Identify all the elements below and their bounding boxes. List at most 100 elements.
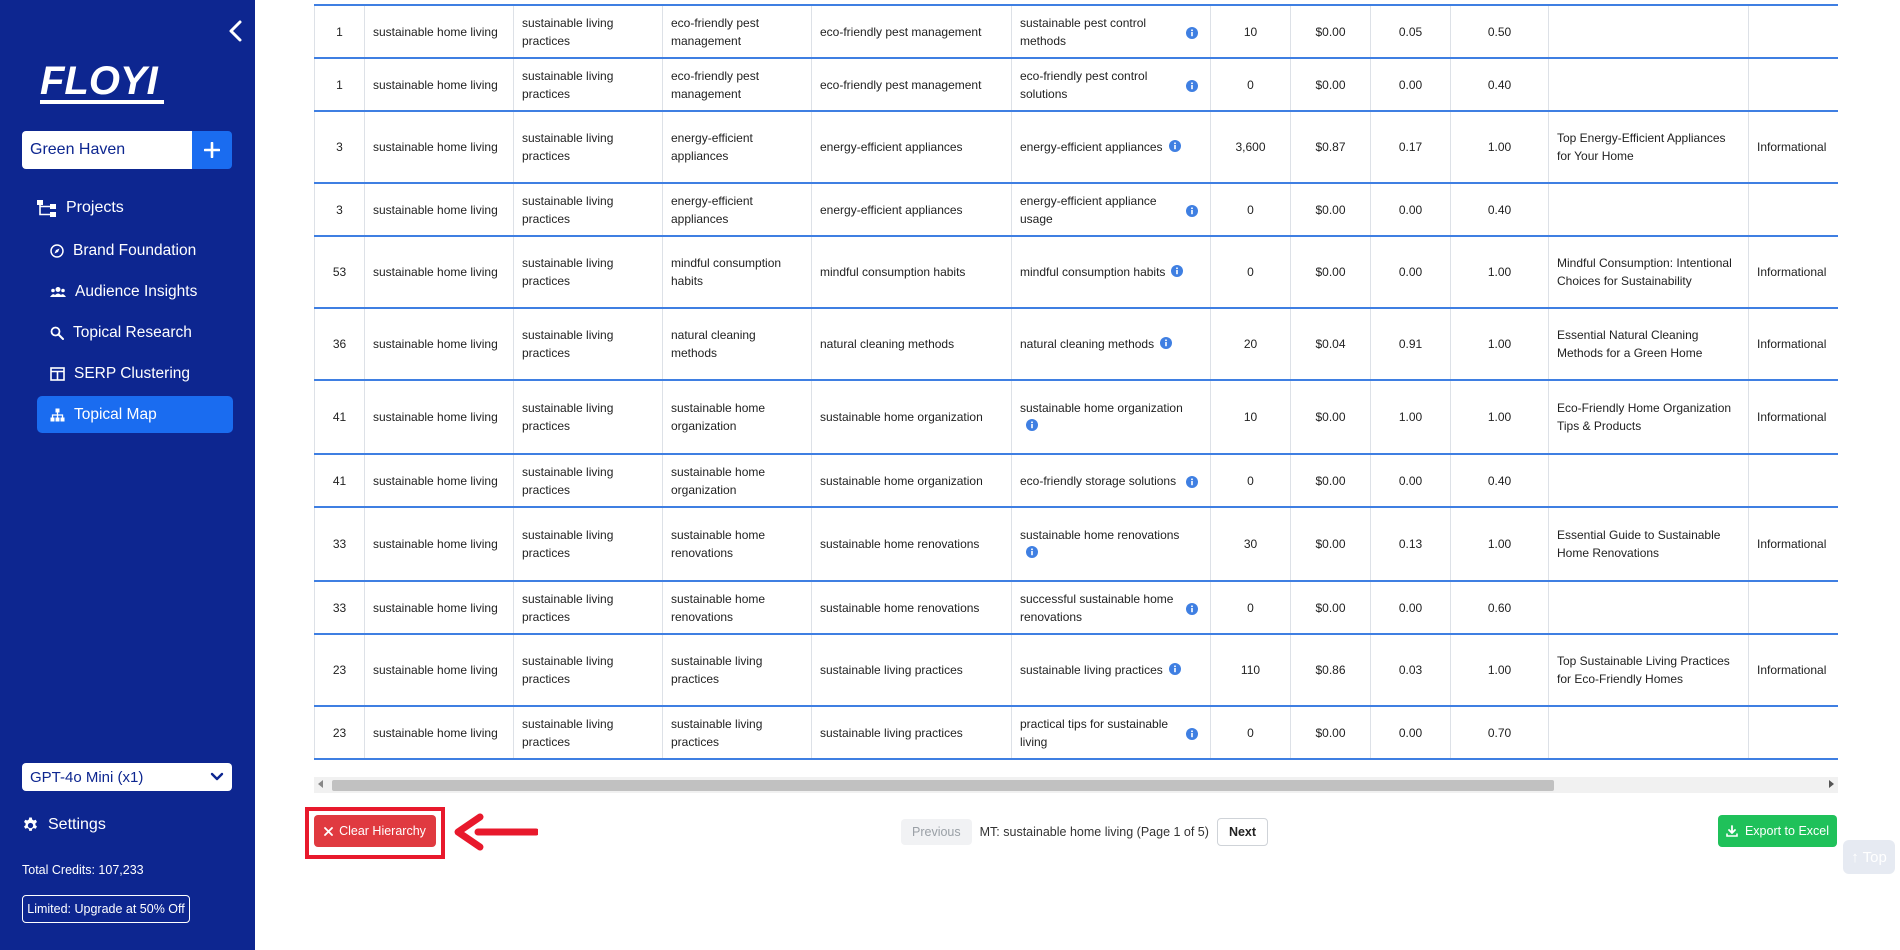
- info-icon[interactable]: [1186, 79, 1198, 92]
- cell-cluster: energy-efficient appliances: [662, 111, 812, 184]
- cell-score: 1.00: [1450, 308, 1549, 381]
- cell-pillar: sustainable living practices: [513, 236, 663, 309]
- table-row: 33 sustainable home living sustainable liv…: [314, 507, 1838, 582]
- cell-topic: energy-efficient appliances: [811, 183, 1012, 237]
- nav-item-label: Audience Insights: [75, 282, 198, 300]
- cell-id: 41: [314, 380, 365, 455]
- keyword-text: eco-friendly pest control solutions: [1020, 68, 1148, 101]
- upgrade-button[interactable]: Limited: Upgrade at 50% Off: [22, 895, 190, 923]
- previous-page-button[interactable]: Previous: [901, 819, 972, 845]
- cell-comp: 0.00: [1370, 706, 1451, 760]
- cell-mt: sustainable home living: [364, 183, 514, 237]
- add-project-button[interactable]: [192, 131, 232, 169]
- nav-item-topical-research[interactable]: Topical Research: [37, 314, 233, 351]
- project-name-field[interactable]: Green Haven: [22, 131, 192, 169]
- cell-intent: Informational: [1748, 111, 1838, 184]
- cell-title: [1548, 454, 1749, 508]
- cell-score: 1.00: [1450, 111, 1549, 184]
- cell-id: 41: [314, 454, 365, 508]
- cell-title: Top Energy-Efficient Appliances for Your…: [1548, 111, 1749, 184]
- cell-cluster: sustainable home organization: [662, 380, 812, 455]
- info-icon[interactable]: [1186, 602, 1198, 615]
- export-to-excel-button[interactable]: Export to Excel: [1718, 815, 1837, 847]
- cell-title: [1548, 58, 1749, 112]
- cell-intent: [1748, 4, 1838, 59]
- scrollbar-thumb[interactable]: [332, 780, 1554, 791]
- cell-mt: sustainable home living: [364, 111, 514, 184]
- info-icon[interactable]: [1026, 545, 1038, 558]
- next-page-button[interactable]: Next: [1216, 818, 1269, 846]
- columns-icon: [50, 366, 65, 381]
- cell-comp: 0.17: [1370, 111, 1451, 184]
- download-icon: [1726, 825, 1738, 837]
- cell-intent: Informational: [1748, 634, 1838, 707]
- table-row: 23 sustainable home living sustainable liv…: [314, 634, 1838, 707]
- model-select[interactable]: GPT-4o Mini (x1): [22, 763, 232, 791]
- nav-settings[interactable]: Settings: [22, 816, 106, 834]
- table-row: 53 sustainable home living sustainable liv…: [314, 236, 1838, 309]
- cell-pillar: sustainable living practices: [513, 706, 663, 760]
- cell-score: 0.70: [1450, 706, 1549, 760]
- nav-item-topical-map[interactable]: Topical Map: [37, 396, 233, 433]
- cell-comp: 0.91: [1370, 308, 1451, 381]
- cell-id: 23: [314, 634, 365, 707]
- project-tree-icon: [37, 200, 56, 217]
- cell-cluster: sustainable living practices: [662, 706, 812, 760]
- cell-id: 3: [314, 183, 365, 237]
- info-icon[interactable]: [1186, 26, 1198, 39]
- info-icon[interactable]: [1160, 336, 1173, 349]
- info-icon[interactable]: [1168, 662, 1181, 675]
- info-icon[interactable]: [1168, 139, 1181, 152]
- info-icon[interactable]: [1186, 204, 1198, 217]
- cell-cpc: $0.00: [1290, 4, 1371, 59]
- cell-pillar: sustainable living practices: [513, 58, 663, 112]
- table-row: 36 sustainable home living sustainable liv…: [314, 308, 1838, 381]
- cell-volume: 0: [1210, 454, 1291, 508]
- nav-item-brand-foundation[interactable]: Brand Foundation: [37, 232, 233, 269]
- cell-title: [1548, 4, 1749, 59]
- cell-comp: 0.00: [1370, 581, 1451, 635]
- table-body: 1 sustainable home living sustainable livi…: [314, 4, 1838, 760]
- cell-keyword: sustainable home organization: [1011, 380, 1211, 455]
- compass-icon: [50, 243, 64, 258]
- cell-cluster: sustainable living practices: [662, 634, 812, 707]
- annotation-arrow-icon: [454, 813, 538, 851]
- cell-cpc: $0.00: [1290, 454, 1371, 508]
- keyword-text: energy-efficient appliances: [1020, 140, 1163, 154]
- cell-cluster: sustainable home organization: [662, 454, 812, 508]
- cell-score: 0.40: [1450, 183, 1549, 237]
- cell-cpc: $0.04: [1290, 308, 1371, 381]
- table-row: 1 sustainable home living sustainable livi…: [314, 4, 1838, 59]
- table-row: 41 sustainable home living sustainable liv…: [314, 454, 1838, 508]
- keyword-text: practical tips for sustainable living: [1020, 716, 1169, 749]
- cell-intent: [1748, 183, 1838, 237]
- cell-topic: sustainable living practices: [811, 706, 1012, 760]
- nav-item-serp-clustering[interactable]: SERP Clustering: [37, 355, 233, 392]
- cell-topic: sustainable home renovations: [811, 581, 1012, 635]
- horizontal-scrollbar[interactable]: [314, 777, 1838, 793]
- collapse-sidebar-button[interactable]: [226, 18, 246, 44]
- plus-icon: [204, 142, 220, 158]
- info-icon[interactable]: [1186, 727, 1198, 740]
- info-icon[interactable]: [1186, 475, 1198, 488]
- clear-hierarchy-button[interactable]: Clear Hierarchy: [314, 815, 436, 847]
- cell-cluster: sustainable home renovations: [662, 507, 812, 582]
- nav-item-audience-insights[interactable]: Audience Insights: [37, 273, 233, 310]
- info-icon[interactable]: [1026, 418, 1038, 431]
- scroll-to-top-button[interactable]: ↑ Top: [1843, 840, 1895, 874]
- cell-keyword: successful sustainable home renovations: [1011, 581, 1211, 635]
- topical-map-table: 1 sustainable home living sustainable livi…: [314, 4, 1838, 770]
- info-icon[interactable]: [1171, 264, 1184, 277]
- cell-topic: eco-friendly pest management: [811, 4, 1012, 59]
- cell-comp: 0.00: [1370, 454, 1451, 508]
- nav-list: Brand Foundation Audience Insights Topic…: [37, 232, 233, 437]
- cell-mt: sustainable home living: [364, 507, 514, 582]
- nav-projects[interactable]: Projects: [36, 198, 124, 218]
- scroll-right-arrow[interactable]: [1829, 780, 1834, 788]
- table-row: 23 sustainable home living sustainable liv…: [314, 706, 1838, 760]
- close-icon: [324, 826, 333, 836]
- keyword-text: natural cleaning methods: [1020, 337, 1155, 351]
- keyword-text: successful sustainable home renovations: [1020, 591, 1174, 624]
- cell-keyword: sustainable living practices: [1011, 634, 1211, 707]
- scroll-left-arrow[interactable]: [318, 780, 323, 788]
